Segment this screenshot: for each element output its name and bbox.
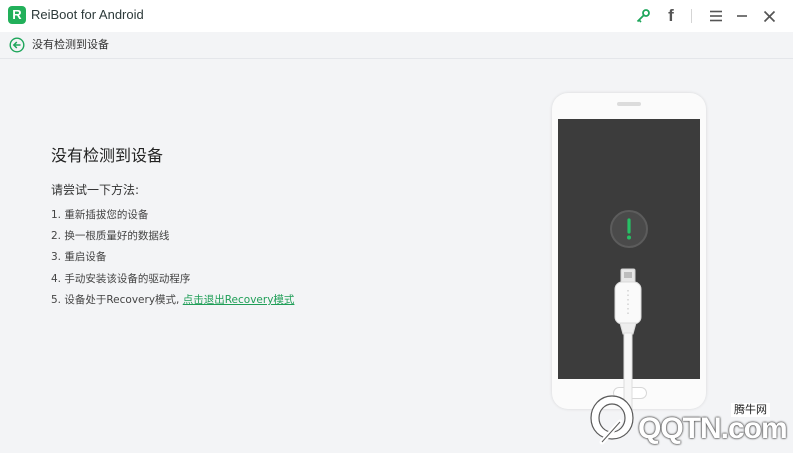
key-icon[interactable] (634, 6, 652, 26)
step-text: 5. 设备处于Recovery模式, (51, 294, 180, 306)
facebook-icon[interactable]: f (664, 6, 678, 26)
phone-speaker (617, 102, 641, 106)
instructions-heading: 请尝试一下方法: (51, 183, 140, 197)
exclamation-alert-icon (609, 209, 649, 249)
qqtn-watermark-logo-icon (582, 392, 642, 449)
step-item: 3. 重启设备 (51, 251, 107, 263)
step-item: 1. 重新插拔您的设备 (51, 209, 149, 221)
step-item: 2. 换一根质量好的数据线 (51, 230, 170, 242)
watermark-text: QQTN.com (638, 412, 788, 445)
close-icon[interactable] (761, 6, 777, 26)
step-item-recovery: 5. 设备处于Recovery模式, 点击退出Recovery模式 (51, 294, 294, 307)
menu-icon[interactable] (708, 6, 724, 26)
reiboot-logo-icon: R (8, 6, 26, 24)
exit-recovery-link[interactable]: 点击退出Recovery模式 (183, 294, 295, 306)
breadcrumb-bar: 没有检测到设备 (0, 32, 793, 59)
minimize-icon[interactable] (735, 6, 749, 26)
title-bar: R ReiBoot for Android f (0, 0, 793, 32)
app-title: ReiBoot for Android (31, 7, 144, 22)
usb-cable-icon (608, 266, 648, 412)
back-arrow-icon[interactable] (9, 37, 25, 53)
breadcrumb: 没有检测到设备 (32, 38, 109, 51)
step-item: 4. 手动安装该设备的驱动程序 (51, 273, 191, 285)
page-title: 没有检测到设备 (51, 146, 164, 165)
divider (691, 9, 692, 23)
